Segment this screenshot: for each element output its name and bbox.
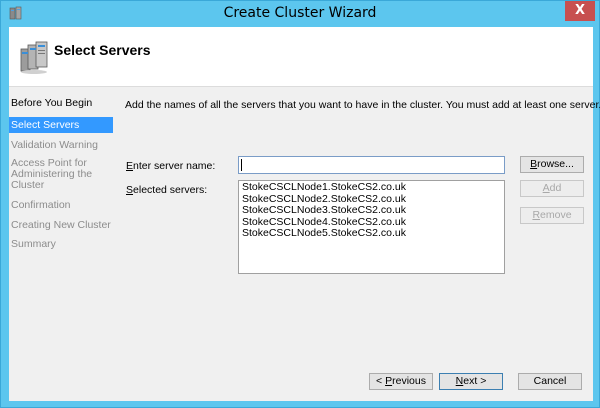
remove-label: emove [540,209,572,221]
instructions-text: Add the names of all the servers that yo… [125,99,600,111]
browse-label: rowse... [537,158,574,170]
list-item[interactable]: StokeCSCLNode3.StokeCS2.co.uk [242,204,501,217]
wizard-client-area: Select Servers Before You Begin Select S… [9,27,600,401]
list-item[interactable]: StokeCSCLNode5.StokeCS2.co.uk [242,227,501,240]
nav-step-access-point: Access Point for Administering the Clust… [11,157,93,191]
selected-servers-label-accelerator: S [126,184,134,196]
close-icon: X [574,3,586,18]
wizard-window: Create Cluster Wizard X Select Servers B… [0,0,600,408]
browse-button[interactable]: Browse... [520,156,584,173]
wizard-main-panel: Add the names of all the servers that yo… [113,88,600,401]
selected-servers-label-text: elected servers: [133,184,208,196]
list-item[interactable]: StokeCSCLNode1.StokeCS2.co.uk [242,181,501,194]
title-bar[interactable]: Create Cluster Wizard X [1,1,599,27]
next-label: ext > [463,375,487,387]
server-name-label: Enter server name: [126,160,215,172]
add-label: dd [549,182,562,194]
window-title: Create Cluster Wizard [223,5,377,21]
selected-servers-list[interactable]: StokeCSCLNode1.StokeCS2.co.uk StokeCSCLN… [238,180,505,274]
remove-button[interactable]: Remove [520,207,584,224]
previous-prefix: < [376,375,386,387]
nav-step-summary: Summary [11,238,56,250]
add-accelerator: A [542,182,550,194]
remove-accelerator: R [532,209,541,221]
wizard-steps-nav: Before You Begin Select Servers Validati… [9,88,113,401]
text-caret [241,159,242,171]
cluster-servers-icon [20,41,48,74]
nav-step-creating-new-cluster: Creating New Cluster [11,219,111,231]
wizard-header: Select Servers [9,27,593,87]
nav-step-validation-warning: Validation Warning [11,139,98,151]
close-button[interactable]: X [565,1,595,21]
nav-step-before-you-begin[interactable]: Before You Begin [9,98,113,109]
server-name-label-accelerator: E [126,160,134,172]
next-button[interactable]: Next > [439,373,503,390]
previous-label: revious [392,375,426,387]
previous-button[interactable]: < Previous [369,373,433,390]
server-name-input[interactable] [238,156,505,174]
nav-step-select-servers[interactable]: Select Servers [9,117,113,133]
server-name-label-text: nter server name: [133,160,216,172]
add-button[interactable]: Add [520,180,584,197]
page-title: Select Servers [54,42,151,58]
cancel-button[interactable]: Cancel [518,373,582,390]
nav-step-confirmation: Confirmation [11,199,71,211]
selected-servers-label: Selected servers: [126,184,207,196]
